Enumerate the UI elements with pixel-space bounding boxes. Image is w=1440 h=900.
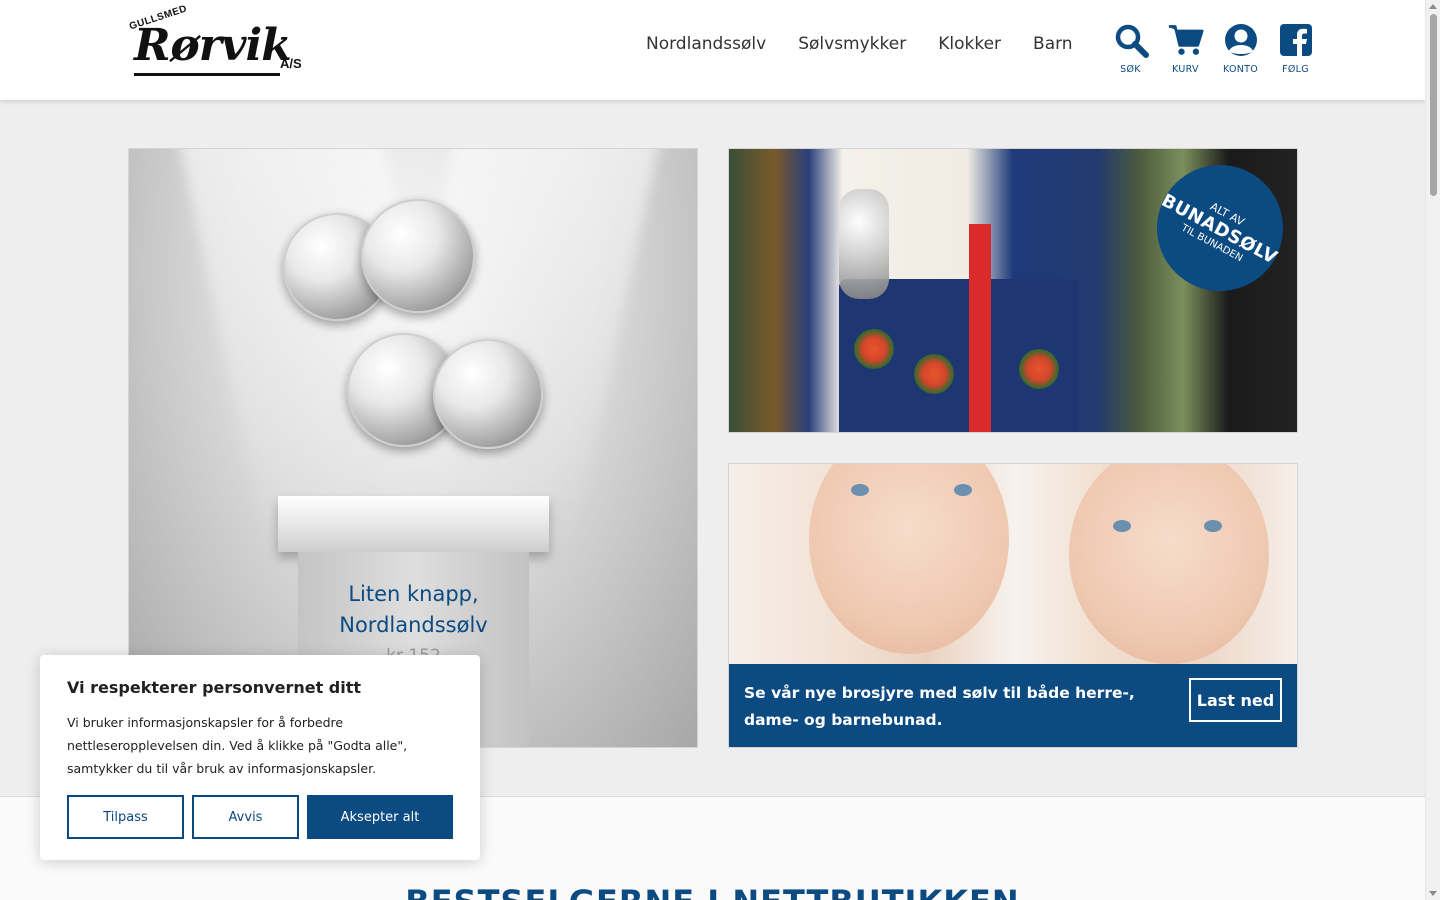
brochure-banner: Se vår nye brosjyre med sølv til både he… <box>728 463 1298 748</box>
ribbon-image <box>969 224 991 432</box>
nav-item-nordlandssolv[interactable]: Nordlandssølv <box>646 34 766 54</box>
eye <box>954 484 972 496</box>
pedestal-top <box>278 496 549 552</box>
eye <box>1204 520 1222 532</box>
silver-button-image <box>361 199 475 313</box>
product-name: Liten knapp, Nordlandssølv <box>298 579 529 641</box>
eye <box>1113 520 1131 532</box>
cookie-consent-dialog: Vi respekterer personvernet ditt Vi bruk… <box>40 655 480 860</box>
logo[interactable]: GULLSMED Rørvik A/S <box>128 3 302 84</box>
search-icon <box>1113 22 1149 58</box>
section-heading: BESTSELGERNE I NETTBUTIKKEN <box>0 883 1425 900</box>
customize-button[interactable]: Tilpass <box>67 795 184 839</box>
account-label: KONTO <box>1222 64 1259 75</box>
search-button[interactable]: SØK <box>1103 22 1158 75</box>
bunad-embroidery <box>1019 349 1059 389</box>
children-photo <box>729 464 1297 664</box>
facebook-icon <box>1278 22 1314 58</box>
cart-icon <box>1168 22 1204 58</box>
nav-item-barn[interactable]: Barn <box>1033 34 1073 54</box>
main-nav: Nordlandssølv Sølvsmykker Klokker Barn <box>646 34 1073 54</box>
brooch-image <box>839 189 889 299</box>
logo-underline <box>134 73 280 76</box>
product-name-line1: Liten knapp, <box>348 582 479 606</box>
bunad-embroidery <box>854 329 894 369</box>
scrollbar-thumb[interactable] <box>1430 14 1437 196</box>
scroll-up-icon[interactable] <box>1429 4 1437 9</box>
bunad-embroidery <box>914 354 954 394</box>
reject-button[interactable]: Avvis <box>192 795 299 839</box>
cart-label: KURV <box>1172 64 1199 75</box>
scroll-down-icon[interactable] <box>1429 891 1437 896</box>
scrollbar[interactable] <box>1425 0 1440 900</box>
header-icons: SØK KURV KONTO FØLG <box>1103 22 1323 75</box>
cookie-title: Vi respekterer personvernet ditt <box>67 678 362 697</box>
nav-item-klokker[interactable]: Klokker <box>938 34 1001 54</box>
cart-button[interactable]: KURV <box>1158 22 1213 75</box>
bunad-silver-banner[interactable]: ALT AV BUNADSØLV TIL BUNADEN <box>728 148 1298 433</box>
facebook-button[interactable]: FØLG <box>1268 22 1323 75</box>
eye <box>851 484 869 496</box>
bunad-badge: ALT AV BUNADSØLV TIL BUNADEN <box>1134 149 1297 314</box>
logo-suffix: A/S <box>280 56 302 71</box>
logo-main-text: Rørvik <box>134 20 292 71</box>
accept-all-button[interactable]: Aksepter alt <box>307 795 453 839</box>
child-face <box>1069 464 1269 664</box>
cookie-text: Vi bruker informasjonskapsler for å forb… <box>67 715 408 776</box>
brochure-cta-bar: Se vår nye brosjyre med sølv til både he… <box>729 664 1297 747</box>
download-button[interactable]: Last ned <box>1189 678 1282 722</box>
site-header: GULLSMED Rørvik A/S Nordlandssølv Sølvsm… <box>0 0 1425 100</box>
brochure-text: Se vår nye brosjyre med sølv til både he… <box>744 684 1135 729</box>
product-name-line2: Nordlandssølv <box>339 613 488 637</box>
account-button[interactable]: KONTO <box>1213 22 1268 75</box>
account-icon <box>1223 22 1259 58</box>
search-label: SØK <box>1120 64 1141 75</box>
nav-item-solvsmykker[interactable]: Sølvsmykker <box>798 34 906 54</box>
facebook-label: FØLG <box>1282 64 1309 75</box>
silver-button-image <box>433 339 543 449</box>
child-face <box>809 464 1009 654</box>
